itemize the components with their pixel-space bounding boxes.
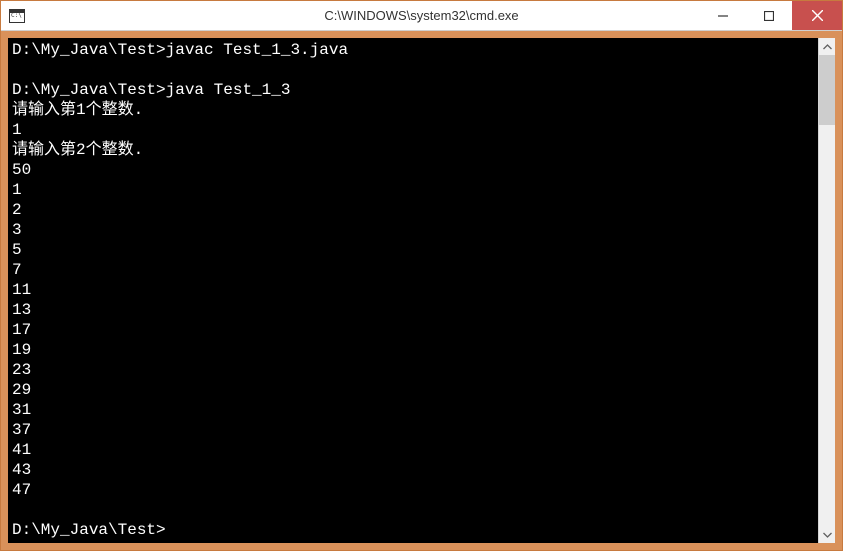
- cmd-icon: [9, 9, 25, 23]
- maximize-icon: [764, 11, 774, 21]
- window-controls: [700, 1, 842, 30]
- minimize-button[interactable]: [700, 1, 746, 30]
- scroll-down-button[interactable]: [819, 526, 835, 543]
- close-icon: [812, 10, 823, 21]
- cmd-window: C:\WINDOWS\system32\cmd.exe D:\My_Java\T: [0, 0, 843, 551]
- window-title: C:\WINDOWS\system32\cmd.exe: [324, 8, 518, 23]
- console-output[interactable]: D:\My_Java\Test>javac Test_1_3.java D:\M…: [8, 38, 818, 543]
- chevron-up-icon: [823, 44, 832, 50]
- close-button[interactable]: [792, 1, 842, 30]
- scrollbar-track[interactable]: [819, 55, 835, 526]
- maximize-button[interactable]: [746, 1, 792, 30]
- minimize-icon: [718, 11, 728, 21]
- scrollbar-thumb[interactable]: [819, 55, 835, 125]
- scroll-up-button[interactable]: [819, 38, 835, 55]
- client-area: D:\My_Java\Test>javac Test_1_3.java D:\M…: [1, 31, 842, 550]
- chevron-down-icon: [823, 532, 832, 538]
- titlebar[interactable]: C:\WINDOWS\system32\cmd.exe: [1, 1, 842, 31]
- vertical-scrollbar[interactable]: [818, 38, 835, 543]
